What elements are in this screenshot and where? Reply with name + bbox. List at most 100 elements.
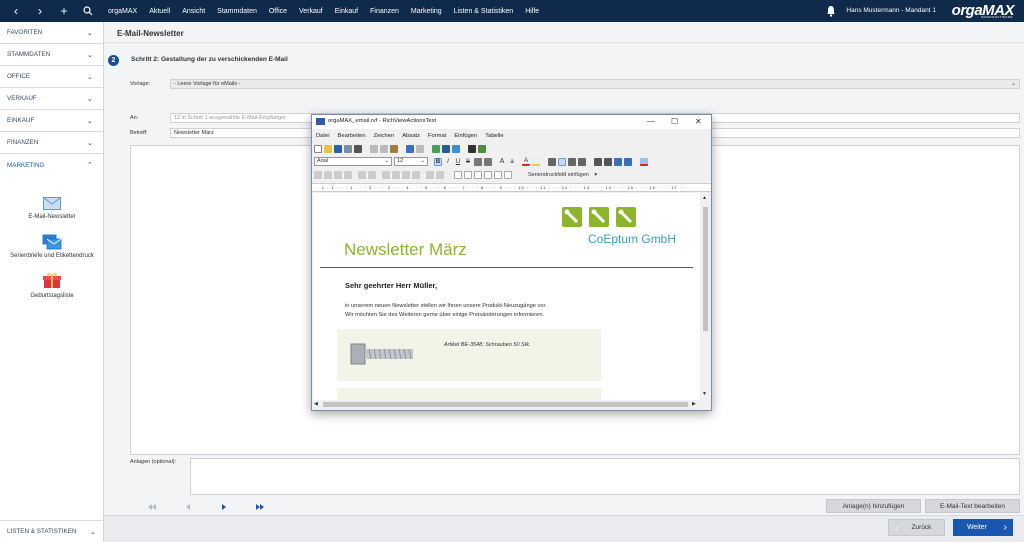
align-center-icon[interactable] (558, 157, 566, 166)
grow-font-icon[interactable]: A (498, 158, 506, 166)
plus-icon[interactable]: + (52, 0, 76, 22)
copy-icon[interactable] (380, 144, 388, 153)
search-icon[interactable] (76, 0, 100, 22)
editor-menu-tabelle[interactable]: Tabelle (485, 133, 503, 139)
font-size-select[interactable]: 12 ⌄ (394, 157, 428, 166)
undo-icon[interactable] (406, 144, 414, 153)
menu-item-listen[interactable]: Listen & Statistiken (454, 8, 514, 15)
menu-item-verkauf[interactable]: Verkauf (299, 8, 323, 15)
table-cell-icon[interactable] (464, 170, 472, 179)
increase-indent-icon[interactable] (624, 157, 632, 166)
attachments-field[interactable] (190, 458, 1020, 495)
font-family-select[interactable]: Arial ⌄ (314, 157, 392, 166)
editor-window[interactable]: orgaMAX_email.rvf - RichViewActionsTest … (311, 114, 712, 411)
sidebar-section-stammdaten[interactable]: STAMMDATEN ⌄ (0, 44, 103, 66)
insert-table-icon[interactable] (442, 144, 450, 153)
print-icon[interactable] (354, 144, 362, 153)
edit-email-text-button[interactable]: E-Mail-Text bearbeiten (925, 499, 1020, 513)
sidebar-section-office[interactable]: OFFICE ⌄ (0, 66, 103, 88)
back-arrow-icon[interactable]: ‹ (4, 0, 28, 22)
table-cell-icon[interactable] (474, 170, 482, 179)
chevron-left-icon[interactable]: ◀ (314, 401, 318, 407)
sidebar-item-serienbriefe[interactable]: Serienbriefe und Etikettendruck (0, 234, 104, 259)
hyperlink-icon[interactable] (452, 144, 460, 153)
underline-icon[interactable]: U (454, 158, 462, 166)
highlight-icon[interactable] (532, 157, 540, 166)
vorlage-dropdown[interactable]: - Leere Vorlage für eMails - ⌄ (170, 79, 1020, 89)
bell-icon[interactable] (826, 5, 836, 17)
sidebar-section-finanzen[interactable]: FINANZEN ⌄ (0, 132, 103, 154)
editor-menu-format[interactable]: Format (428, 133, 446, 139)
editor-menu-zeichen[interactable]: Zeichen (374, 133, 395, 139)
sidebar-section-marketing[interactable]: MARKETING ⌃ (0, 154, 103, 176)
menu-item-marketing[interactable]: Marketing (411, 8, 442, 15)
menu-item-ansicht[interactable]: Ansicht (182, 8, 205, 15)
justify-icon[interactable] (578, 157, 586, 166)
ruler[interactable]: L · 1 · · · 1 · · · 2 · · · 3 · · · 4 · … (312, 183, 711, 192)
redo-icon[interactable] (416, 144, 424, 153)
editor-titlebar[interactable]: orgaMAX_email.rvf - RichViewActionsTest … (312, 115, 711, 129)
chevron-up-icon[interactable]: ▲ (702, 195, 707, 201)
bold-icon[interactable]: B (434, 157, 442, 166)
add-attachment-button[interactable]: Anlage(n) hinzufügen (826, 499, 921, 513)
preview-icon[interactable] (344, 144, 352, 153)
menu-item-office[interactable]: Office (269, 8, 287, 15)
back-button[interactable]: ‹ Zurück (888, 519, 945, 536)
scrollbar-thumb[interactable] (323, 402, 688, 407)
next-button[interactable]: Weiter › (953, 519, 1013, 536)
chevron-right-icon[interactable]: ▶ (692, 401, 696, 407)
decrease-indent-icon[interactable] (614, 157, 622, 166)
align-right-icon[interactable] (568, 157, 576, 166)
save-icon[interactable] (334, 144, 342, 153)
table-valign-icon[interactable] (412, 170, 420, 179)
menu-item-stammdaten[interactable]: Stammdaten (217, 8, 257, 15)
new-document-icon[interactable] (314, 144, 322, 153)
subscript-icon[interactable] (474, 157, 482, 166)
fill-color-icon[interactable] (640, 157, 648, 166)
menu-item-einkauf[interactable]: Einkauf (335, 8, 358, 15)
table-delete-row-icon[interactable] (334, 170, 342, 179)
paste-icon[interactable] (390, 144, 398, 153)
table-valign-bottom-icon[interactable] (402, 170, 410, 179)
vertical-scrollbar[interactable]: ▲ ▼ (701, 193, 710, 400)
bullet-list-icon[interactable] (594, 157, 602, 166)
superscript-icon[interactable] (484, 157, 492, 166)
table-valign-middle-icon[interactable] (392, 170, 400, 179)
scrollbar-thumb[interactable] (703, 207, 708, 331)
minimize-icon[interactable]: — (647, 117, 655, 126)
menu-item-aktuell[interactable]: Aktuell (149, 8, 170, 15)
italic-icon[interactable]: I (444, 158, 452, 166)
document-canvas[interactable]: CoEptum GmbH Newsletter März Sehr geehrt… (313, 193, 700, 400)
table-valign-top-icon[interactable] (382, 170, 390, 179)
table-insert-row-icon[interactable] (314, 170, 322, 179)
spellcheck-icon[interactable] (478, 144, 486, 153)
table-borders2-icon[interactable] (436, 170, 444, 179)
table-delete-col-icon[interactable] (344, 170, 352, 179)
shrink-font-icon[interactable]: a (508, 158, 516, 166)
user-label[interactable]: Hans Mustermann - Mandant 1 (846, 0, 936, 22)
cut-icon[interactable] (370, 144, 378, 153)
table-borders-icon[interactable] (426, 170, 434, 179)
insert-image-icon[interactable] (432, 144, 440, 153)
horizontal-scrollbar[interactable]: ◀ ▶ (313, 400, 700, 409)
sidebar-section-verkauf[interactable]: VERKAUF ⌄ (0, 88, 103, 110)
menu-item-orgamax[interactable]: orgaMAX (108, 8, 137, 15)
forward-arrow-icon[interactable]: › (28, 0, 52, 22)
align-left-icon[interactable] (548, 157, 556, 166)
editor-menu-datei[interactable]: Datei (316, 133, 330, 139)
menu-item-hilfe[interactable]: Hilfe (525, 8, 539, 15)
sidebar-item-geburtstagsliste[interactable]: Geburtstagsliste (0, 272, 104, 299)
close-icon[interactable]: ✕ (695, 117, 702, 126)
menu-item-finanzen[interactable]: Finanzen (370, 8, 399, 15)
editor-menu-einfuegen[interactable]: Einfügen (454, 133, 477, 139)
sidebar-section-einkauf[interactable]: EINKAUF ⌄ (0, 110, 103, 132)
open-folder-icon[interactable] (324, 144, 332, 153)
paragraph-mark-icon[interactable] (468, 144, 476, 153)
table-cell-icon[interactable] (484, 170, 492, 179)
table-insert-col-icon[interactable] (324, 170, 332, 179)
mergefield-dropdown[interactable]: Seriendruckfeld einfügen ▾ (528, 172, 597, 178)
editor-menu-absatz[interactable]: Absatz (402, 133, 420, 139)
chevron-down-icon[interactable]: ▼ (702, 391, 707, 397)
maximize-icon[interactable]: ☐ (671, 117, 678, 126)
editor-menu-bearbeiten[interactable]: Bearbeiten (338, 133, 366, 139)
